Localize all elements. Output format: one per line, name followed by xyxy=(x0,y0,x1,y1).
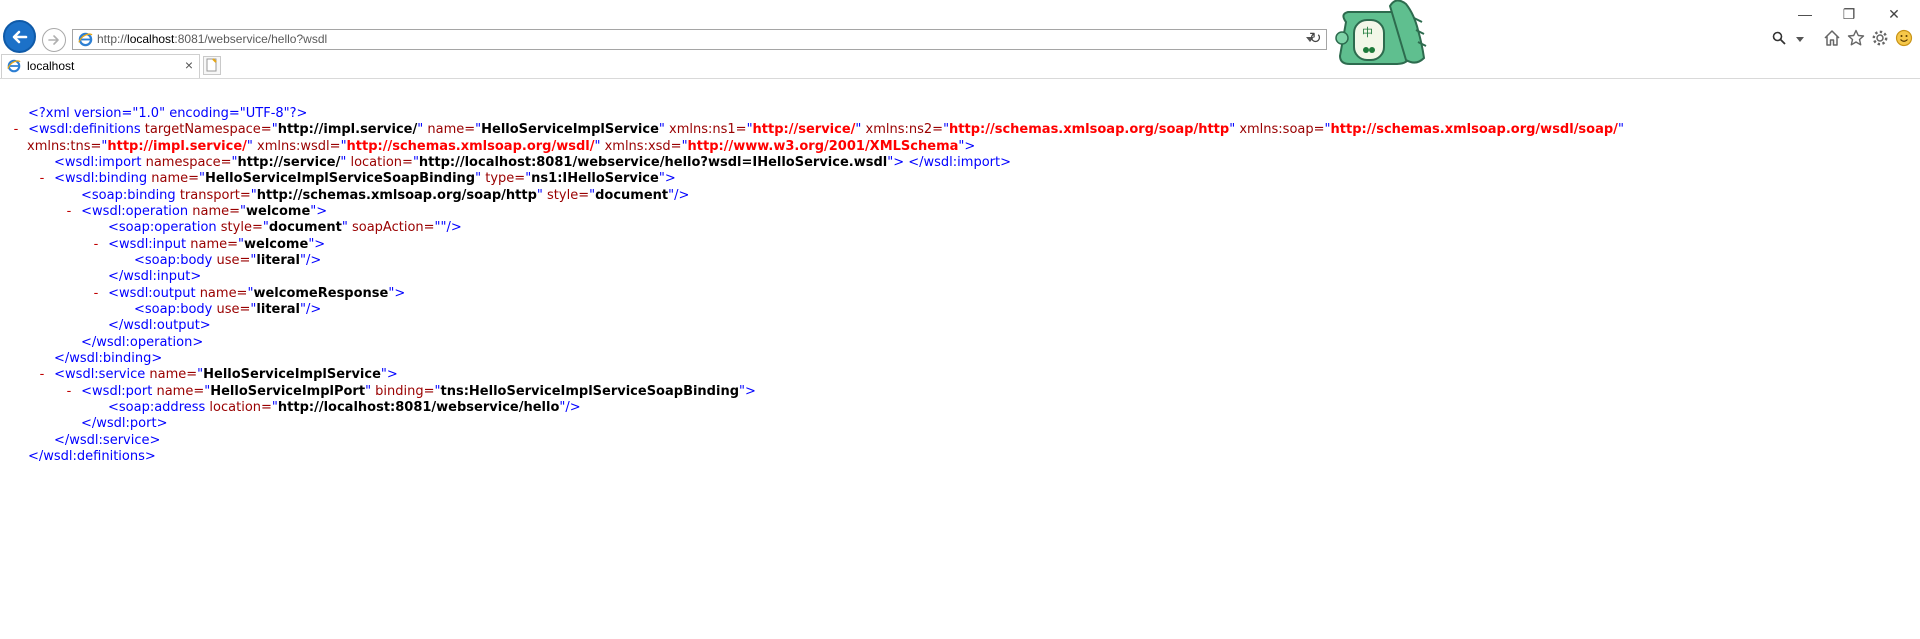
soap-binding-element: <soap:binding transport="http://schemas.… xyxy=(81,188,690,203)
url-path: :8081/webservice/hello?wsdl xyxy=(174,32,328,46)
soap-address-element: <soap:address location="http://localhost… xyxy=(108,400,581,415)
collapse-toggle[interactable]: - xyxy=(34,171,50,187)
collapse-toggle[interactable]: - xyxy=(34,367,50,383)
xml-token: http://schemas.xmlsoap.org/wsdl/soap/ xyxy=(1330,122,1618,137)
xml-token: xmlns:ns1= xyxy=(664,122,747,137)
xml-token: name= xyxy=(423,122,476,137)
xml-token: http://schemas.xmlsoap.org/soap/http xyxy=(949,122,1230,137)
input-close: </wsdl:input> xyxy=(108,269,202,284)
output-close: </wsdl:output> xyxy=(108,318,211,333)
mascot-char: 中 xyxy=(1362,26,1373,39)
xml-token: xmlns:ns2= xyxy=(861,122,944,137)
ie-icon xyxy=(7,59,21,76)
search-icon[interactable] xyxy=(1772,31,1786,48)
port-close: </wsdl:port> xyxy=(81,416,168,431)
operation-open: - <wsdl:operation name="welcome"> xyxy=(61,204,328,220)
xml-declaration: <?xml version="1.0" encoding="UTF-8"?> xyxy=(28,106,308,121)
service-open: - <wsdl:service name="HelloServiceImplSe… xyxy=(34,367,398,383)
smiley-icon[interactable] xyxy=(1894,28,1914,48)
output-soap-body: <soap:body use="literal"/> xyxy=(134,302,322,317)
back-icon xyxy=(12,30,27,43)
xml-token: http://www.w3.org/2001/XMLSchema xyxy=(687,139,959,154)
xml-token: xmlns:tns= xyxy=(27,139,102,154)
forward-button[interactable] xyxy=(42,28,66,52)
minimize-button[interactable]: — xyxy=(1791,4,1819,24)
gear-icon[interactable] xyxy=(1870,28,1890,48)
address-url[interactable]: http://localhost:8081/webservice/hello?w… xyxy=(97,31,327,48)
forward-icon xyxy=(48,35,59,45)
input-soap-body: <soap:body use="literal"/> xyxy=(134,253,322,268)
xml-token: xmlns:soap= xyxy=(1235,122,1325,137)
collapse-toggle[interactable]: - xyxy=(88,286,104,302)
binding-open: - <wsdl:binding name="HelloServiceImplSe… xyxy=(34,171,676,187)
address-bar[interactable]: http://localhost:8081/webservice/hello?w… xyxy=(72,29,1327,50)
definitions-open-line-1: - <wsdl:definitions targetNamespace="htt… xyxy=(8,122,1624,138)
xml-token: xmlns:wsdl= xyxy=(252,139,341,154)
close-window-button[interactable]: ✕ xyxy=(1880,4,1908,24)
definitions-open-line-2: xmlns:tns="http://impl.service/" xmlns:w… xyxy=(27,139,976,154)
ie-icon xyxy=(78,32,93,50)
collapse-toggle[interactable]: - xyxy=(88,237,104,253)
restore-button[interactable]: ❐ xyxy=(1835,4,1863,24)
refresh-icon[interactable]: ↻ xyxy=(1309,29,1322,47)
xml-token: xmlns:xsd= xyxy=(600,139,682,154)
back-button[interactable] xyxy=(3,20,36,53)
xml-token: http://impl.service/ xyxy=(107,139,247,154)
home-icon[interactable] xyxy=(1822,28,1842,48)
xml-token: targetNamespace= xyxy=(140,122,272,137)
binding-close: </wsdl:binding> xyxy=(54,351,163,366)
tab-close-icon[interactable]: × xyxy=(185,57,193,73)
browser-chrome: http://localhost:8081/webservice/hello?w… xyxy=(0,0,1920,79)
definitions-close: </wsdl:definitions> xyxy=(28,449,156,464)
xml-token: http://service/ xyxy=(752,122,856,137)
collapse-toggle[interactable]: - xyxy=(8,122,24,138)
port-open: - <wsdl:port name="HelloServiceImplPort"… xyxy=(61,384,756,400)
url-scheme: http:// xyxy=(97,32,128,46)
xml-token: http://schemas.xmlsoap.org/wsdl/ xyxy=(346,139,595,154)
input-open: - <wsdl:input name="welcome"> xyxy=(88,237,326,253)
operation-close: </wsdl:operation> xyxy=(81,335,204,350)
soap-operation-element: <soap:operation style="document" soapAct… xyxy=(108,220,462,235)
tab-title: localhost xyxy=(27,59,75,73)
output-open: - <wsdl:output name="welcomeResponse"> xyxy=(88,286,406,302)
new-tab-icon xyxy=(206,58,217,72)
tab-localhost[interactable]: localhost × xyxy=(1,54,200,78)
url-host: localhost xyxy=(127,32,175,46)
new-tab-button[interactable] xyxy=(203,56,221,75)
import-element: <wsdl:import namespace="http://service/"… xyxy=(54,155,1011,170)
search-dropdown-icon[interactable] xyxy=(1796,37,1804,42)
xml-token: " xyxy=(1617,122,1624,137)
xml-token: HelloServiceImplService xyxy=(481,122,659,137)
collapse-toggle[interactable]: - xyxy=(61,204,77,220)
collapse-toggle[interactable]: - xyxy=(61,384,77,400)
service-close: </wsdl:service> xyxy=(54,433,161,448)
tab-bar: localhost × xyxy=(0,54,1920,79)
star-icon[interactable] xyxy=(1846,28,1866,48)
xml-token: http://impl.service/ xyxy=(277,122,418,137)
